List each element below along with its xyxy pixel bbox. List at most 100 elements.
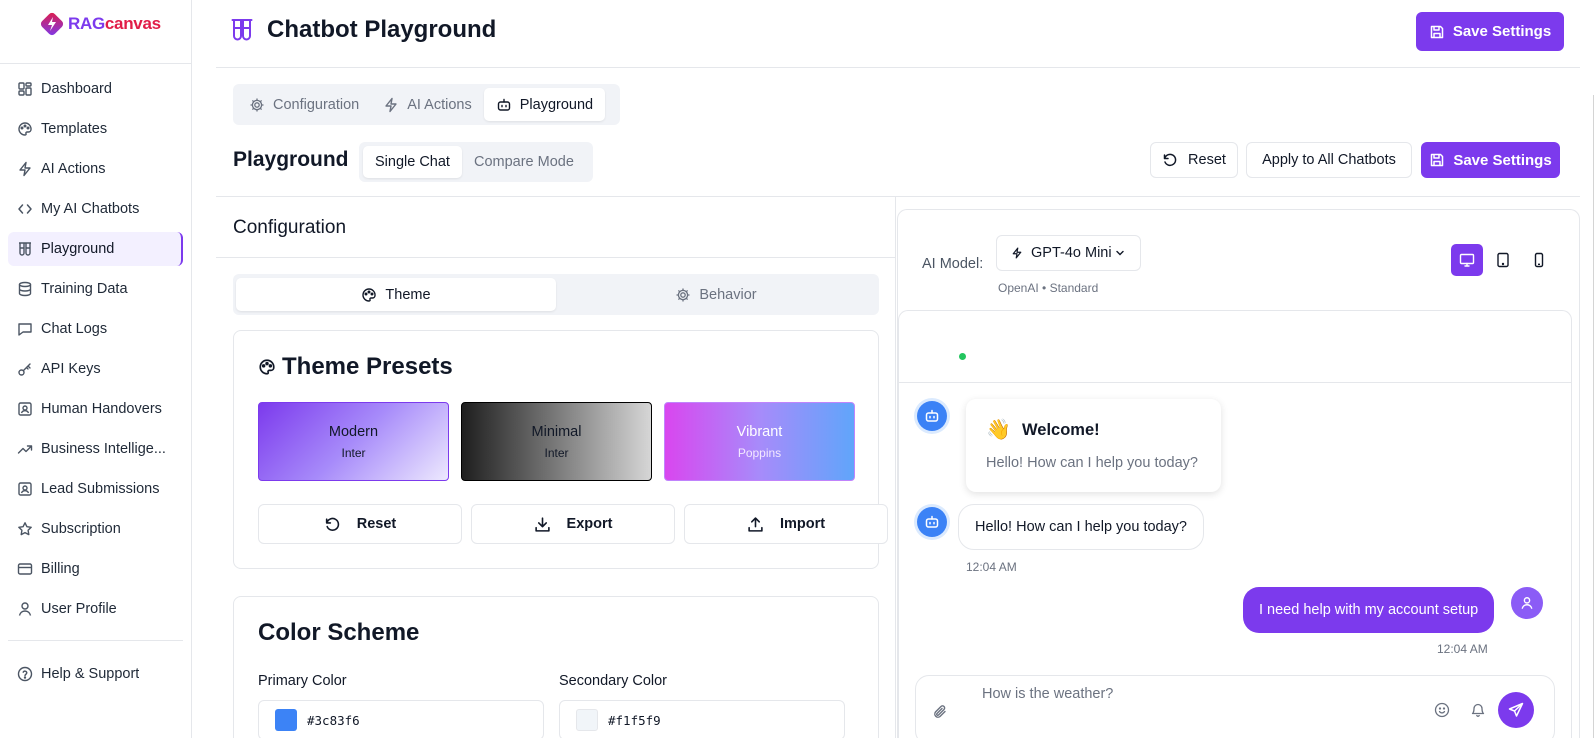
save-settings-button-secondary[interactable]: Save Settings [1421,142,1560,178]
preset-name: Modern [328,423,379,440]
welcome-card: 👋 Welcome! Hello! How can I help you tod… [966,399,1221,492]
preset-minimal[interactable]: Minimal Inter [461,402,652,481]
preset-name: Vibrant [736,423,783,440]
reset-button[interactable]: Reset [1150,142,1238,178]
secondary-color-swatch[interactable] [576,709,598,731]
star-icon [18,522,32,536]
tab-label: Configuration [273,96,360,113]
message-input[interactable] [982,686,1402,702]
preset-vibrant[interactable]: Vibrant Poppins [664,402,855,481]
rotate-ccw-icon [325,517,339,531]
welcome-title: Welcome! [1022,421,1100,439]
upload-icon [748,516,763,532]
save-icon [1430,25,1444,38]
trending-icon [17,445,33,454]
bolt-icon [1012,247,1022,259]
primary-color-field[interactable]: #3c83f6 [258,700,544,738]
sidebar-item-label: Lead Submissions [41,481,160,497]
save-icon [1431,153,1444,167]
send-icon [1508,702,1524,717]
bell-icon[interactable] [1470,702,1486,718]
save-settings-button[interactable]: Save Settings [1416,12,1564,51]
sidebar-item-help-support[interactable]: Help & Support [8,657,183,691]
sidebar-item-label: Training Data [41,281,128,297]
apply-to-all-chatbots-button[interactable]: Apply to All Chatbots [1246,142,1412,178]
sidebar-item-training-data[interactable]: Training Data [8,272,183,306]
user-icon [1521,597,1533,609]
gear-icon [676,288,690,301]
tab-theme[interactable]: Theme [236,278,556,311]
gear-icon [250,98,264,111]
sidebar-item-label: Billing [41,561,80,577]
secondary-color-field[interactable]: #f1f5f9 [559,700,845,738]
bot-icon [925,515,939,528]
import-theme-button[interactable]: Import [684,504,888,544]
sidebar-item-human-handovers[interactable]: Human Handovers [8,392,183,426]
page-scrollbar-track[interactable] [1593,95,1594,738]
contact-icon [18,482,32,496]
sidebar-item-label: Templates [41,121,108,137]
primary-color-label: Primary Color [258,673,347,689]
tab-playground[interactable]: Playground [483,88,606,121]
color-scheme-card: Color Scheme Primary Color Secondary Col… [233,596,879,738]
welcome-subtitle: Hello! How can I help you today? [986,455,1198,471]
sidebar-item-templates[interactable]: Templates [8,112,183,146]
preset-modern[interactable]: Modern Inter [258,402,449,481]
help-circle-icon [17,666,33,682]
bot-icon [497,98,510,111]
sidebar-item-billing[interactable]: Billing [8,552,183,586]
bot-icon [925,409,939,422]
desktop-view-button[interactable] [1451,244,1483,276]
palette-icon [259,359,275,375]
tab-label: Theme [385,286,431,303]
sidebar-nav: Dashboard Templates AI Actions My AI Cha… [8,72,183,632]
ai-model-value: GPT-4o Mini [1031,245,1112,261]
tablet-view-button[interactable] [1487,244,1519,276]
sidebar-item-subscription[interactable]: Subscription [8,512,183,546]
tab-configuration[interactable]: Configuration [237,88,371,121]
paperclip-icon[interactable] [932,704,948,720]
chevron-down-icon [1115,250,1124,256]
export-theme-button[interactable]: Export [471,504,675,544]
sidebar-item-chat-logs[interactable]: Chat Logs [8,312,183,346]
brand-logo[interactable]: RAGcanvas [38,10,161,38]
key-icon [18,363,31,376]
compare-mode-button[interactable]: Compare Mode [462,146,586,178]
sidebar-item-label: User Profile [41,601,117,617]
code-icon [18,204,32,214]
chat-widget: 👋 Welcome! Hello! How can I help you tod… [898,310,1572,738]
single-chat-button[interactable]: Single Chat [363,146,462,178]
mobile-view-button[interactable] [1523,244,1555,276]
export-theme-label: Export [566,516,613,532]
sidebar-item-business-intelligence[interactable]: Business Intellige... [8,432,183,466]
tab-behavior[interactable]: Behavior [556,278,876,311]
tab-ai-actions[interactable]: AI Actions [371,88,483,121]
bot-avatar [917,507,947,537]
reset-theme-button[interactable]: Reset [258,504,462,544]
mobile-icon [1534,252,1544,268]
theme-presets-title: Theme Presets [282,353,453,380]
preset-font: Poppins [737,445,782,460]
configuration-title: Configuration [233,217,347,238]
mode-toggle: Single Chat Compare Mode [359,142,593,182]
ai-model-provider: OpenAI • Standard [998,281,1099,295]
sidebar-item-label: Playground [41,241,115,257]
save-settings-label: Save Settings [1452,23,1552,40]
sidebar-item-playground[interactable]: Playground [8,232,183,266]
ai-model-select[interactable]: GPT-4o Mini [996,235,1141,271]
primary-color-swatch[interactable] [275,709,297,731]
bolt-icon [19,161,31,177]
sidebar-item-label: Dashboard [41,81,112,97]
sidebar-item-user-profile[interactable]: User Profile [8,592,183,626]
sidebar-item-label: Chat Logs [41,321,108,337]
sidebar-item-api-keys[interactable]: API Keys [8,352,183,386]
ai-model-label: AI Model: [922,256,984,272]
sidebar-item-ai-actions[interactable]: AI Actions [8,152,183,186]
emoji-icon[interactable] [1434,702,1450,718]
card-icon [17,563,33,575]
sidebar-item-my-ai-chatbots[interactable]: My AI Chatbots [8,192,183,226]
sidebar-item-dashboard[interactable]: Dashboard [8,72,183,106]
sidebar-item-label: Human Handovers [41,401,162,417]
sidebar-item-lead-submissions[interactable]: Lead Submissions [8,472,183,506]
send-button[interactable] [1498,692,1534,728]
